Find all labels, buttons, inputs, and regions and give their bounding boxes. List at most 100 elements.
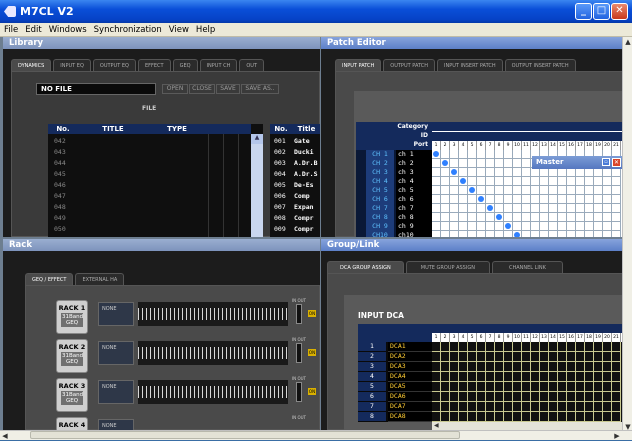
dca-cell[interactable] [441, 342, 450, 352]
dca-cell[interactable] [450, 402, 459, 412]
patch-cell[interactable] [486, 177, 495, 186]
patch-cell[interactable] [450, 186, 459, 195]
patch-cell[interactable] [558, 177, 567, 186]
dca-cell[interactable] [522, 412, 531, 422]
dca-cell[interactable] [432, 372, 441, 382]
dca-cell[interactable] [558, 402, 567, 412]
dca-cell[interactable] [450, 412, 459, 422]
patch-cell[interactable] [477, 150, 486, 159]
dca-cell[interactable] [477, 402, 486, 412]
patch-cell[interactable] [504, 177, 513, 186]
dca-cell[interactable] [567, 352, 576, 362]
dca-cell[interactable] [459, 382, 468, 392]
patch-cell[interactable] [432, 231, 441, 237]
dca-cell[interactable] [531, 382, 540, 392]
rack-unit[interactable]: RACK 2 31Band GEQ [56, 339, 88, 373]
patch-cell[interactable] [441, 222, 450, 231]
patch-cell[interactable] [522, 213, 531, 222]
dca-cell[interactable] [450, 392, 459, 402]
dca-cell[interactable] [495, 392, 504, 402]
dca-cell[interactable] [450, 342, 459, 352]
close-button[interactable]: ✕ [611, 3, 628, 20]
patch-cell[interactable] [558, 195, 567, 204]
patch-cell[interactable] [459, 231, 468, 237]
table-row[interactable]: 046 [54, 181, 66, 190]
patch-cell[interactable] [549, 204, 558, 213]
dca-cell[interactable] [558, 372, 567, 382]
dca-cell[interactable] [495, 412, 504, 422]
patch-cell[interactable] [576, 195, 585, 204]
patch-cell[interactable] [603, 186, 612, 195]
patch-cell[interactable] [585, 231, 594, 237]
tab-output-ch[interactable]: OUT [239, 59, 265, 71]
dca-cell[interactable] [432, 352, 441, 362]
patch-cell[interactable] [495, 204, 504, 213]
dca-cell[interactable] [576, 372, 585, 382]
dca-cell[interactable] [576, 392, 585, 402]
patch-cell[interactable] [468, 204, 477, 213]
dca-cell[interactable] [585, 392, 594, 402]
dca-cell[interactable] [504, 402, 513, 412]
patch-cell[interactable] [522, 222, 531, 231]
patch-cell[interactable] [495, 159, 504, 168]
patch-cell[interactable] [432, 159, 441, 168]
dca-cell[interactable] [504, 372, 513, 382]
patch-cell[interactable] [468, 222, 477, 231]
patch-cell[interactable] [531, 195, 540, 204]
dca-cell[interactable] [513, 412, 522, 422]
patch-cell[interactable] [549, 186, 558, 195]
patch-cell[interactable] [594, 177, 603, 186]
dca-cell[interactable] [486, 402, 495, 412]
dca-cell[interactable] [585, 382, 594, 392]
dca-cell[interactable] [432, 412, 441, 422]
tab-channel-link[interactable]: CHANNEL LINK [491, 261, 563, 273]
dca-cell[interactable] [594, 402, 603, 412]
dca-cell[interactable] [576, 342, 585, 352]
dca-cell[interactable] [585, 412, 594, 422]
patch-cell[interactable] [432, 195, 441, 204]
patch-cell[interactable] [477, 159, 486, 168]
patch-cell[interactable] [585, 213, 594, 222]
dca-cell[interactable] [558, 362, 567, 372]
dca-cell[interactable] [549, 412, 558, 422]
patch-cell[interactable] [477, 204, 486, 213]
patch-cell[interactable] [432, 186, 441, 195]
patch-cell[interactable] [468, 213, 477, 222]
dca-cell[interactable] [540, 362, 549, 372]
dca-cell[interactable] [585, 362, 594, 372]
patch-cell[interactable] [540, 222, 549, 231]
rack-unit[interactable]: RACK 3 31Band GEQ [56, 378, 88, 412]
tab-output-patch[interactable]: OUTPUT PATCH [383, 59, 435, 71]
rack-unit[interactable]: RACK 4 [56, 417, 88, 430]
preset-title[interactable]: A.Dr.S [294, 170, 317, 179]
patch-cell[interactable] [513, 204, 522, 213]
dca-cell[interactable] [441, 372, 450, 382]
patch-cell[interactable] [459, 168, 468, 177]
patch-cell[interactable] [612, 177, 621, 186]
dca-cell[interactable] [603, 342, 612, 352]
dca-cell[interactable] [567, 382, 576, 392]
dca-cell[interactable] [513, 382, 522, 392]
file-name-field[interactable]: NO FILE [36, 83, 156, 95]
patch-cell[interactable] [477, 231, 486, 237]
dca-cell[interactable] [468, 392, 477, 402]
table-row[interactable]: 045 [54, 170, 66, 179]
dca-cell[interactable] [477, 412, 486, 422]
patch-cell[interactable] [486, 186, 495, 195]
dca-cell[interactable] [594, 342, 603, 352]
dca-cell[interactable] [531, 372, 540, 382]
maximize-button[interactable]: □ [593, 3, 610, 20]
patch-cell[interactable] [504, 213, 513, 222]
table-row[interactable]: 050 [54, 225, 66, 234]
patch-cell[interactable] [603, 231, 612, 237]
dca-cell[interactable] [594, 392, 603, 402]
patch-cell[interactable] [612, 186, 621, 195]
patch-cell[interactable] [513, 150, 522, 159]
rack-title[interactable]: Rack [3, 239, 320, 251]
patch-cell[interactable] [441, 159, 450, 168]
tab-input-patch[interactable]: INPUT PATCH [335, 59, 382, 71]
patch-cell[interactable] [603, 204, 612, 213]
preset-title[interactable]: Compr [294, 225, 314, 234]
dca-cell[interactable] [486, 382, 495, 392]
dca-cell[interactable] [540, 342, 549, 352]
